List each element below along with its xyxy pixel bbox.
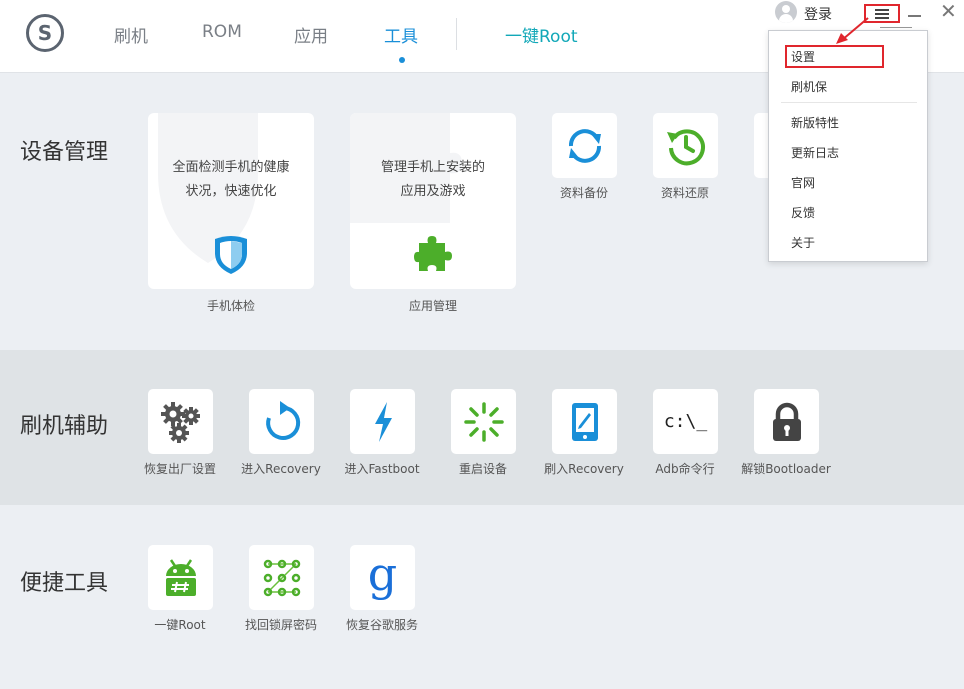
tab-rom[interactable]: ROM [202, 22, 242, 42]
restore-label: 资料还原 [660, 186, 709, 200]
unlock-bootloader-tile[interactable] [754, 389, 819, 454]
flash-assist-section: 刷机辅助 恢复出厂设置 进入Recovery 进入Fastboot 重启设备 刷… [0, 350, 964, 505]
factory-reset-tile[interactable] [148, 389, 213, 454]
login-link[interactable]: 登录 [804, 4, 832, 24]
pattern-lock-icon [263, 559, 300, 596]
backup-tile[interactable] [552, 113, 617, 178]
flash-recovery-tile[interactable] [552, 389, 617, 454]
reboot-device-label: 重启设备 [458, 462, 507, 476]
clock-restore-icon [666, 128, 705, 165]
flash-recovery-label: 刷入Recovery [544, 462, 624, 476]
user-avatar-icon[interactable] [775, 1, 797, 23]
nav-divider [456, 18, 457, 50]
gears-icon [160, 401, 200, 443]
recover-lock-password-label: 找回锁屏密码 [244, 618, 317, 632]
phone-checkup-label: 手机体检 [206, 299, 255, 313]
terminal-icon: c:\_ [663, 411, 708, 432]
minimize-button[interactable] [908, 4, 922, 22]
section-title: 设备管理 [20, 140, 109, 165]
lightning-icon [374, 401, 392, 442]
section-title: 便捷工具 [20, 571, 109, 596]
main-menu-dropdown: 设置 刷机保 新版特性 更新日志 官网 反馈 关于 [768, 30, 928, 262]
menu-divider [781, 102, 917, 103]
menu-item-new-features[interactable]: 新版特性 [791, 114, 839, 131]
hamburger-icon [875, 8, 889, 19]
menu-item-about[interactable]: 关于 [791, 234, 815, 251]
puzzle-icon [413, 233, 453, 275]
app-management-card[interactable]: 管理手机上安装的 应用及游戏 [350, 113, 516, 289]
enter-recovery-tile[interactable] [249, 389, 314, 454]
adb-terminal-tile[interactable]: c:\_ [653, 389, 718, 454]
restore-google-services-tile[interactable]: g [350, 545, 415, 610]
annotation-arrow-icon [836, 17, 869, 44]
google-icon: g [367, 546, 398, 601]
enter-fastboot-tile[interactable] [350, 389, 415, 454]
factory-reset-label: 恢复出厂设置 [143, 462, 216, 476]
card-desc-line2: 状况，快速优化 [185, 184, 277, 199]
card-desc-line2: 应用及游戏 [400, 184, 466, 199]
app-management-label: 应用管理 [408, 299, 457, 313]
tab-tools[interactable]: 工具 [384, 22, 418, 47]
one-click-root-label: 一键Root [154, 618, 206, 632]
one-click-root-link[interactable]: 一键Root [505, 22, 578, 47]
menu-item-official-site[interactable]: 官网 [791, 174, 815, 191]
reboot-device-tile[interactable] [451, 389, 516, 454]
card-desc-line1: 全面检测手机的健康 [172, 160, 290, 175]
recover-lock-password-tile[interactable] [249, 545, 314, 610]
logo-letter: S [37, 21, 53, 45]
spinner-icon [463, 401, 504, 442]
refresh-icon [265, 400, 300, 440]
tab-flash[interactable]: 刷机 [114, 22, 148, 47]
menu-item-settings[interactable]: 设置 [791, 48, 815, 65]
app-logo: S [26, 14, 64, 52]
enter-fastboot-label: 进入Fastboot [344, 462, 420, 476]
phone-checkup-card[interactable]: 全面检测手机的健康 状况，快速优化 [148, 113, 314, 289]
menu-item-changelog[interactable]: 更新日志 [791, 144, 839, 161]
restore-tile[interactable] [653, 113, 718, 178]
menu-item-feedback[interactable]: 反馈 [791, 204, 815, 221]
menu-item-flash-insurance[interactable]: 刷机保 [791, 78, 827, 95]
active-tab-indicator [399, 57, 405, 63]
section-title: 刷机辅助 [20, 414, 109, 439]
lock-icon [772, 402, 801, 441]
tab-apps[interactable]: 应用 [294, 22, 328, 47]
adb-terminal-label: Adb命令行 [655, 462, 715, 476]
android-root-icon [165, 558, 196, 596]
sync-icon [568, 128, 601, 163]
card-desc-line1: 管理手机上安装的 [380, 160, 485, 175]
shield-icon [211, 233, 251, 275]
backup-label: 资料备份 [559, 186, 608, 200]
unlock-bootloader-label: 解锁Bootloader [741, 462, 831, 476]
enter-recovery-label: 进入Recovery [241, 462, 321, 476]
tablet-edit-icon [571, 402, 598, 441]
restore-google-services-label: 恢复谷歌服务 [345, 618, 418, 632]
quick-tools-section: 便捷工具 一键Root 找回锁屏密码 g 恢复谷歌服务 [0, 505, 964, 689]
close-button[interactable]: ✕ [940, 1, 957, 21]
one-click-root-tile[interactable] [148, 545, 213, 610]
